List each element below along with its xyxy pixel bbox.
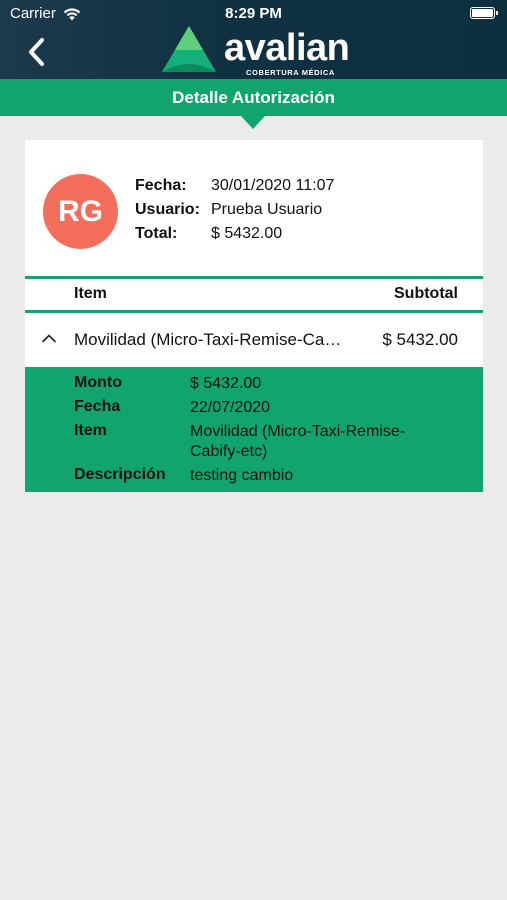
detail-fecha-value: 22/07/2020 — [190, 399, 271, 416]
column-header-subtotal: Subtotal — [394, 285, 458, 302]
usuario-row: Usuario: Prueba Usuario — [135, 201, 322, 219]
status-bar: Carrier 8:29 PM — [0, 0, 507, 28]
total-value: $ 5432.00 — [211, 225, 283, 242]
item-name: Movilidad (Micro-Taxi-Remise-Cabify-etc) — [74, 330, 348, 349]
detail-descripcion-label: Descripción — [74, 466, 166, 483]
page-title: Detalle Autorización — [0, 79, 507, 116]
detail-monto-value: $ 5432.00 — [190, 375, 262, 392]
chevron-up-icon[interactable] — [41, 333, 57, 343]
detail-descripcion-row: Descripción testing cambio — [74, 466, 440, 486]
detail-monto-label: Monto — [74, 374, 122, 391]
battery-icon — [470, 7, 498, 19]
usuario-value: Prueba Usuario — [211, 201, 323, 218]
fecha-label: Fecha: — [135, 177, 187, 194]
item-detail-panel: Monto $ 5432.00 Fecha 22/07/2020 Item Mo… — [25, 367, 483, 492]
brand-subtitle: COBERTURA MÉDICA — [246, 68, 335, 77]
detail-item-value: Movilidad (Micro-Taxi-Remise-Cabify-etc) — [190, 423, 406, 460]
detail-fecha-row: Fecha 22/07/2020 — [74, 398, 440, 418]
total-row: Total: $ 5432.00 — [135, 225, 282, 243]
detail-monto-row: Monto $ 5432.00 — [74, 374, 440, 394]
fecha-row: Fecha: 30/01/2020 11:07 — [135, 177, 334, 195]
item-subtotal: $ 5432.00 — [382, 330, 458, 349]
table-row[interactable]: Movilidad (Micro-Taxi-Remise-Cabify-etc)… — [25, 313, 483, 367]
column-header-item: Item — [74, 285, 107, 302]
avalian-logo-icon — [162, 26, 216, 72]
app-header: Carrier 8:29 PM avalian COBERTURA MÉDICA — [0, 0, 507, 79]
detail-item-label: Item — [74, 422, 107, 439]
avatar: RG — [43, 174, 118, 249]
total-label: Total: — [135, 225, 178, 242]
detail-fecha-label: Fecha — [74, 398, 121, 415]
brand-name: avalian — [224, 27, 350, 69]
fecha-value: 30/01/2020 11:07 — [211, 177, 335, 194]
back-chevron-icon — [29, 38, 44, 66]
avalian-logo: avalian COBERTURA MÉDICA — [160, 26, 360, 78]
authorization-card: RG Fecha: 30/01/2020 11:07 Usuario: Prue… — [25, 140, 483, 492]
table-header: Item Subtotal — [25, 279, 483, 310]
back-button[interactable] — [20, 33, 52, 71]
detail-descripcion-value: testing cambio — [190, 467, 294, 484]
status-time: 8:29 PM — [225, 5, 282, 22]
detail-item-row: Item Movilidad (Micro-Taxi-Remise-Cabify… — [74, 422, 440, 462]
usuario-label: Usuario: — [135, 201, 200, 218]
title-pointer — [241, 116, 265, 129]
